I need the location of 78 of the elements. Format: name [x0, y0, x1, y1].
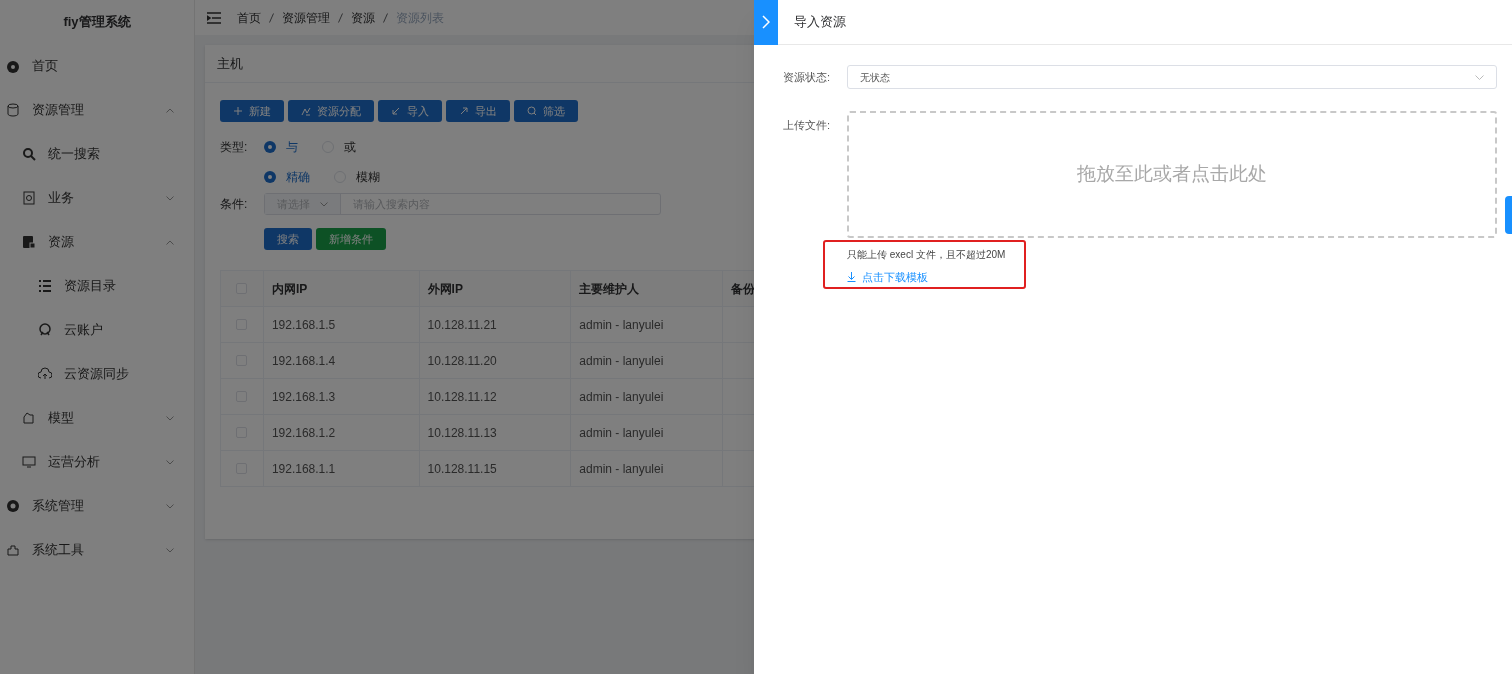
- chevron-down-icon: [166, 195, 174, 201]
- menu-item[interactable]: 系统工具: [0, 528, 194, 572]
- breadcrumb-item[interactable]: 资源管理: [282, 8, 330, 27]
- action-button[interactable]: 新增条件: [316, 228, 386, 250]
- table-cell: 192.168.1.2: [263, 414, 420, 451]
- menu-item[interactable]: 模型: [0, 396, 194, 440]
- menu-item[interactable]: 系统管理: [0, 484, 194, 528]
- menu-item[interactable]: 资源: [0, 220, 194, 264]
- menu-item[interactable]: 首页: [0, 44, 194, 88]
- chart-icon: [301, 106, 311, 116]
- table-cell: admin - lanyulei: [570, 450, 723, 487]
- slash-icon: [269, 12, 274, 23]
- breadcrumb-item[interactable]: 资源: [351, 8, 375, 27]
- table-cell: 10.128.11.20: [419, 342, 571, 379]
- slash-icon: [383, 12, 388, 23]
- chevron-down-icon: [320, 201, 328, 207]
- toolbar-button[interactable]: 导入: [378, 100, 442, 122]
- menu-item[interactable]: 云账户: [0, 308, 194, 352]
- field-label: 上传文件:: [783, 118, 832, 133]
- search-icon: [527, 106, 537, 116]
- collapse-button[interactable]: [754, 0, 778, 45]
- arrow-out-icon: [459, 106, 469, 116]
- column-header: 外网IP: [419, 270, 571, 307]
- arrow-in-icon: [391, 106, 401, 116]
- app-title: fiy管理系统: [63, 13, 131, 32]
- menu-item[interactable]: 运营分析: [0, 440, 194, 484]
- column-header: 内网IP: [263, 270, 420, 307]
- radio-option[interactable]: 或: [322, 138, 356, 156]
- chevron-right-icon: [762, 15, 770, 29]
- table-cell: 192.168.1.3: [263, 378, 420, 415]
- download-icon: [847, 272, 856, 283]
- radio-button[interactable]: [264, 141, 276, 153]
- upload-hint: 只能上传 execl 文件，且不超过20M: [847, 248, 1007, 262]
- radio-button[interactable]: [264, 171, 276, 183]
- radio-option[interactable]: 与: [264, 138, 298, 156]
- toolbar-button[interactable]: 新建: [220, 100, 284, 122]
- table-cell: 10.128.11.21: [419, 306, 571, 343]
- column-header: 主要维护人: [570, 270, 723, 307]
- drawer-title: 导入资源: [794, 13, 846, 32]
- table-cell: 10.128.11.12: [419, 378, 571, 415]
- plus-icon: [233, 106, 243, 116]
- toolbar-button[interactable]: 资源分配: [288, 100, 374, 122]
- radio-option[interactable]: 模糊: [334, 168, 380, 186]
- table-cell: admin - lanyulei: [570, 306, 723, 343]
- download-link[interactable]: 点击下载模板: [847, 269, 1024, 286]
- field-label: 资源状态:: [783, 69, 832, 85]
- action-button[interactable]: 搜索: [264, 228, 312, 250]
- table-cell: 192.168.1.4: [263, 342, 420, 379]
- card-title: 主机: [217, 54, 243, 73]
- menu-item[interactable]: 云资源同步: [0, 352, 194, 396]
- table-cell: admin - lanyulei: [570, 414, 723, 451]
- field-label: 条件:: [220, 196, 249, 213]
- radio-option[interactable]: 精确: [264, 168, 310, 186]
- chevron-down-icon: [166, 459, 174, 465]
- menu-item[interactable]: 资源目录: [0, 264, 194, 308]
- status-select[interactable]: 无状态: [847, 65, 1497, 89]
- chevron-down-icon: [166, 503, 174, 509]
- menu-item[interactable]: 业务: [0, 176, 194, 220]
- slash-icon: [338, 12, 343, 23]
- toolbar-button[interactable]: 筛选: [514, 100, 578, 122]
- breadcrumb-item[interactable]: 首页: [237, 8, 261, 27]
- table-cell: 10.128.11.13: [419, 414, 571, 451]
- menu-icon[interactable]: [207, 11, 221, 24]
- table-cell: 192.168.1.5: [263, 306, 420, 343]
- table-cell: 10.128.11.15: [419, 450, 571, 487]
- upload-dropzone[interactable]: 拖放至此或者点击此处: [847, 111, 1497, 238]
- chevron-up-icon: [166, 107, 174, 113]
- toolbar-button[interactable]: 导出: [446, 100, 510, 122]
- table-cell: 192.168.1.1: [263, 450, 420, 487]
- table-cell: admin - lanyulei: [570, 378, 723, 415]
- menu-item[interactable]: 资源管理: [0, 88, 194, 132]
- chevron-down-icon: [1475, 74, 1484, 80]
- side-tab[interactable]: [1505, 196, 1512, 234]
- field-label: 类型:: [220, 139, 249, 156]
- chevron-down-icon: [166, 415, 174, 421]
- table-cell: admin - lanyulei: [570, 342, 723, 379]
- chevron-down-icon: [166, 547, 174, 553]
- chevron-up-icon: [166, 239, 174, 245]
